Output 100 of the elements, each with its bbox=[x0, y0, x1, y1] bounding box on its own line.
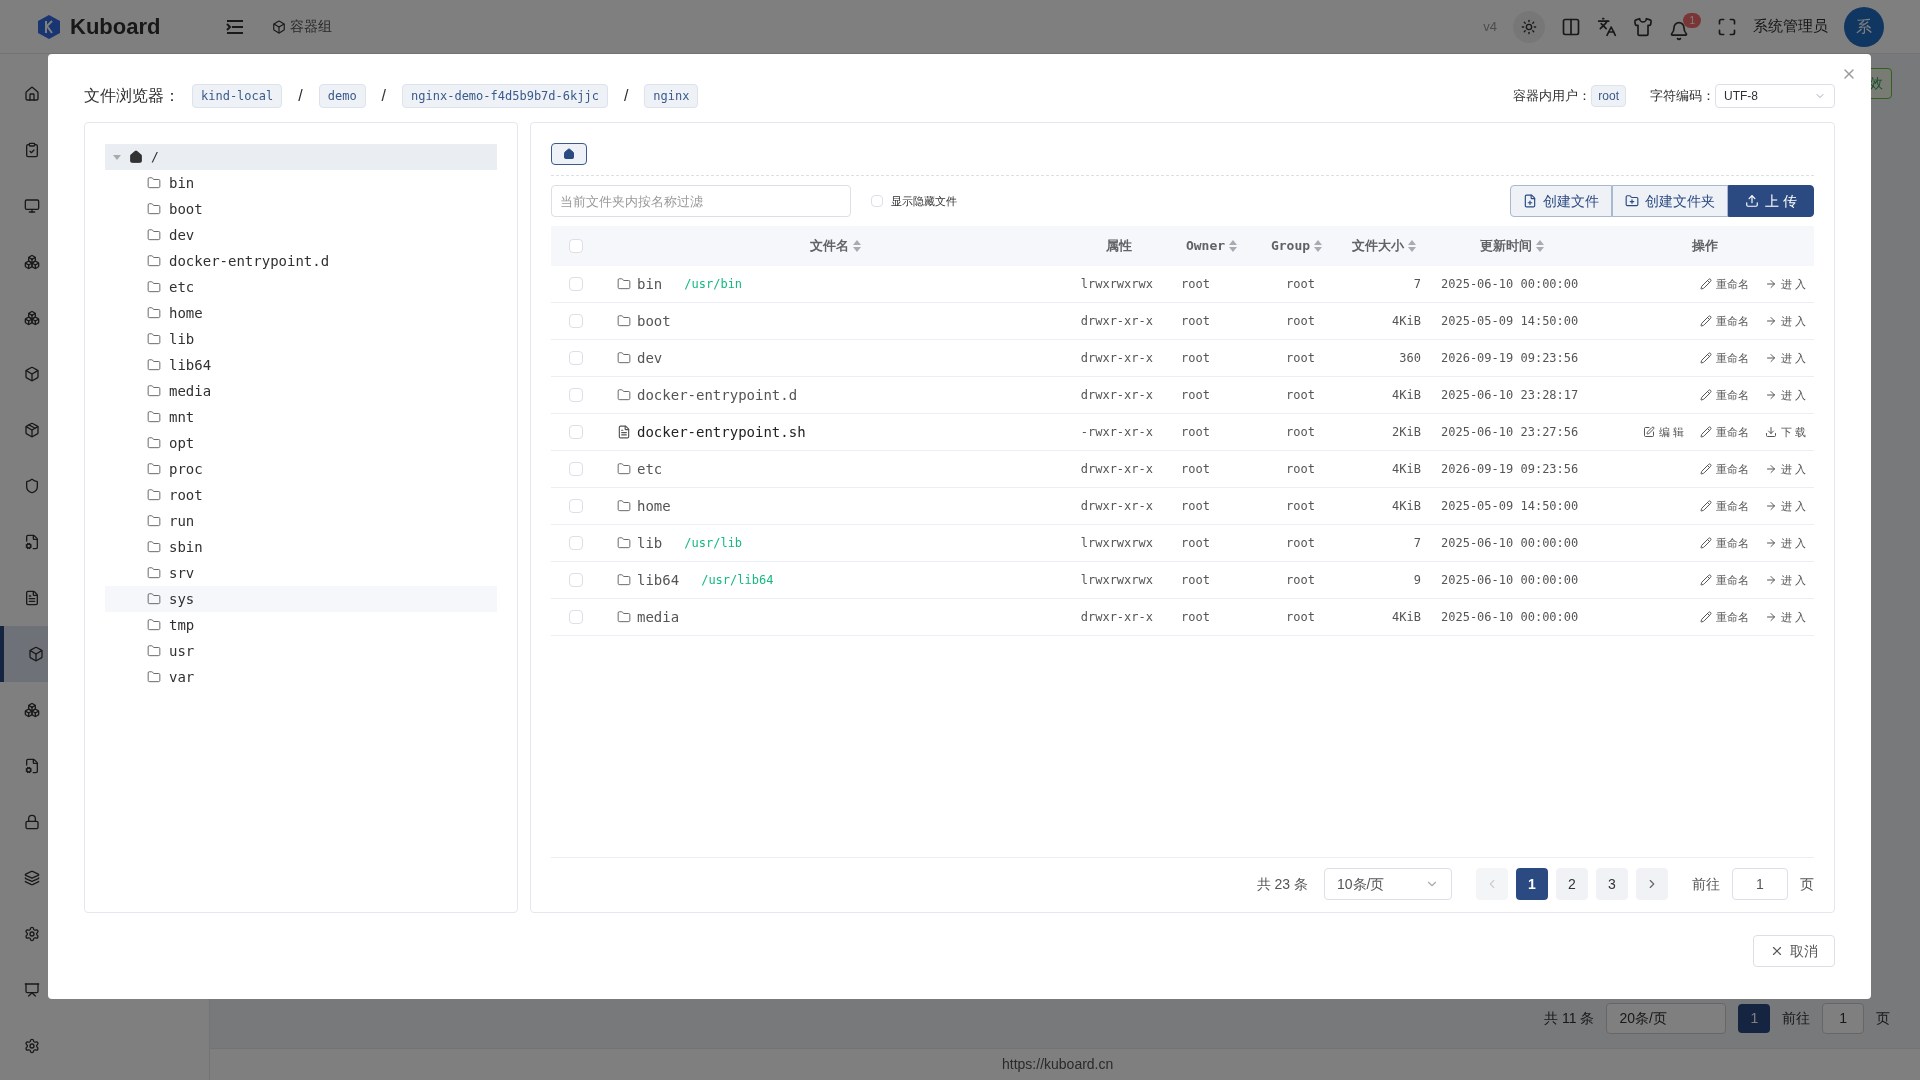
row-action-link[interactable]: 进 入 bbox=[1764, 571, 1806, 589]
theme-toggle[interactable] bbox=[1513, 10, 1545, 43]
box-icon[interactable] bbox=[28, 646, 44, 662]
file-name[interactable]: lib64 bbox=[637, 569, 680, 591]
page-button[interactable]: 1 bbox=[1738, 1004, 1771, 1033]
row-checkbox[interactable] bbox=[569, 462, 583, 476]
toolbar-button[interactable]: 创建文件 bbox=[1510, 185, 1613, 217]
row-checkbox[interactable] bbox=[569, 425, 583, 439]
row-action-link[interactable]: 进 入 bbox=[1764, 460, 1806, 478]
file-name[interactable]: bin bbox=[637, 273, 663, 295]
row-action-link[interactable]: 重命名 bbox=[1699, 349, 1749, 367]
column-header[interactable]: Group bbox=[1254, 236, 1339, 256]
tree-node[interactable]: var bbox=[105, 664, 497, 690]
home-button[interactable] bbox=[551, 143, 587, 165]
row-action-link[interactable]: 进 入 bbox=[1764, 608, 1806, 626]
tree-node[interactable]: lib64 bbox=[105, 352, 497, 378]
user-name[interactable]: 系统管理员 bbox=[1753, 15, 1828, 38]
file-name[interactable]: home bbox=[637, 495, 671, 517]
file-icon[interactable] bbox=[24, 590, 40, 606]
file-cog-icon[interactable] bbox=[24, 758, 40, 774]
tree-node[interactable]: usr bbox=[105, 638, 497, 664]
tree-node[interactable]: media bbox=[105, 378, 497, 404]
monitor-icon[interactable] bbox=[24, 198, 40, 214]
tree-node[interactable]: boot bbox=[105, 196, 497, 222]
path-tag[interactable]: nginx-demo-f4d5b9b7d-6kjjc bbox=[402, 84, 608, 108]
toolbar-button[interactable]: 上 传 bbox=[1728, 185, 1814, 217]
path-tag[interactable]: demo bbox=[318, 84, 366, 108]
settings-icon[interactable] bbox=[24, 1038, 40, 1054]
page-button[interactable]: 2 bbox=[1556, 868, 1588, 900]
row-action-link[interactable]: 进 入 bbox=[1764, 497, 1806, 515]
tree-node[interactable]: srv bbox=[105, 560, 497, 586]
breadcrumb[interactable]: 容器组 bbox=[290, 16, 333, 37]
file-name[interactable]: boot bbox=[637, 310, 671, 332]
column-header[interactable]: Owner bbox=[1169, 236, 1254, 256]
page-size-select[interactable]: 20条/页 bbox=[1606, 1003, 1727, 1034]
row-action-link[interactable]: 进 入 bbox=[1764, 275, 1806, 293]
tree-node[interactable]: proc bbox=[105, 456, 497, 482]
file-cog-icon[interactable] bbox=[24, 534, 40, 550]
package-icon[interactable] bbox=[24, 422, 40, 438]
tree-node[interactable]: sys bbox=[105, 586, 497, 612]
cubes-icon[interactable] bbox=[24, 702, 40, 718]
row-checkbox[interactable] bbox=[569, 277, 583, 291]
layers-icon[interactable] bbox=[24, 870, 40, 886]
box-icon[interactable] bbox=[24, 366, 40, 382]
columns-button[interactable] bbox=[1561, 16, 1581, 37]
row-action-link[interactable]: 下 载 bbox=[1764, 423, 1806, 441]
page-size-select[interactable]: 10条/页 bbox=[1324, 868, 1452, 900]
row-checkbox[interactable] bbox=[569, 351, 583, 365]
tree-node[interactable]: root bbox=[105, 482, 497, 508]
column-header[interactable]: 更新时间 bbox=[1429, 236, 1595, 256]
tree-node[interactable]: lib bbox=[105, 326, 497, 352]
footer-link[interactable]: https://kuboard.cn bbox=[1002, 1054, 1114, 1075]
tree-node[interactable]: etc bbox=[105, 274, 497, 300]
lock-icon[interactable] bbox=[24, 814, 40, 830]
language-button[interactable] bbox=[1597, 16, 1617, 37]
column-header[interactable]: 文件名 bbox=[601, 236, 1069, 256]
tree-node[interactable]: mnt bbox=[105, 404, 497, 430]
row-action-link[interactable]: 重命名 bbox=[1699, 275, 1749, 293]
file-name[interactable]: lib bbox=[637, 532, 663, 554]
page-button[interactable]: 1 bbox=[1516, 868, 1548, 900]
cubes-icon[interactable] bbox=[24, 254, 40, 270]
row-action-link[interactable]: 编 辑 bbox=[1642, 423, 1684, 441]
file-name[interactable]: media bbox=[637, 606, 680, 628]
row-action-link[interactable]: 重命名 bbox=[1699, 460, 1749, 478]
settings-icon[interactable] bbox=[24, 926, 40, 942]
tree-node[interactable]: opt bbox=[105, 430, 497, 456]
cancel-button[interactable]: 取消 bbox=[1753, 935, 1835, 967]
goto-field[interactable]: 1 bbox=[1732, 868, 1788, 900]
row-action-link[interactable]: 进 入 bbox=[1764, 534, 1806, 552]
tree-node[interactable]: sbin bbox=[105, 534, 497, 560]
tree-node[interactable]: dev bbox=[105, 222, 497, 248]
file-name[interactable]: docker-entrypoint.sh bbox=[637, 421, 806, 443]
row-action-link[interactable]: 重命名 bbox=[1699, 386, 1749, 404]
toolbar-button[interactable]: 创建文件夹 bbox=[1612, 185, 1729, 217]
page-button[interactable]: 3 bbox=[1596, 868, 1628, 900]
row-checkbox[interactable] bbox=[569, 499, 583, 513]
column-header[interactable]: 文件大小 bbox=[1339, 236, 1429, 256]
show-hidden-label[interactable]: 显示隐藏文件 bbox=[891, 192, 957, 210]
select-all-checkbox[interactable] bbox=[569, 239, 583, 253]
row-checkbox[interactable] bbox=[569, 388, 583, 402]
tree-node[interactable]: run bbox=[105, 508, 497, 534]
row-action-link[interactable]: 重命名 bbox=[1699, 608, 1749, 626]
tree-node[interactable]: tmp bbox=[105, 612, 497, 638]
clipboard-icon[interactable] bbox=[24, 142, 40, 158]
row-checkbox[interactable] bbox=[569, 536, 583, 550]
path-tag[interactable]: nginx bbox=[644, 84, 699, 108]
goto-field[interactable]: 1 bbox=[1822, 1003, 1864, 1034]
shield-icon[interactable] bbox=[24, 478, 40, 494]
row-action-link[interactable]: 重命名 bbox=[1699, 423, 1749, 441]
row-action-link[interactable]: 重命名 bbox=[1699, 571, 1749, 589]
row-checkbox[interactable] bbox=[569, 610, 583, 624]
tree-node[interactable]: docker-entrypoint.d bbox=[105, 248, 497, 274]
file-name[interactable]: dev bbox=[637, 347, 663, 369]
file-name[interactable]: etc bbox=[637, 458, 663, 480]
presentation-icon[interactable] bbox=[24, 982, 40, 998]
cubes-icon[interactable] bbox=[24, 310, 40, 326]
row-action-link[interactable]: 进 入 bbox=[1764, 386, 1806, 404]
row-action-link[interactable]: 重命名 bbox=[1699, 497, 1749, 515]
home-icon[interactable] bbox=[24, 86, 40, 102]
tree-node[interactable]: / bbox=[105, 144, 497, 170]
